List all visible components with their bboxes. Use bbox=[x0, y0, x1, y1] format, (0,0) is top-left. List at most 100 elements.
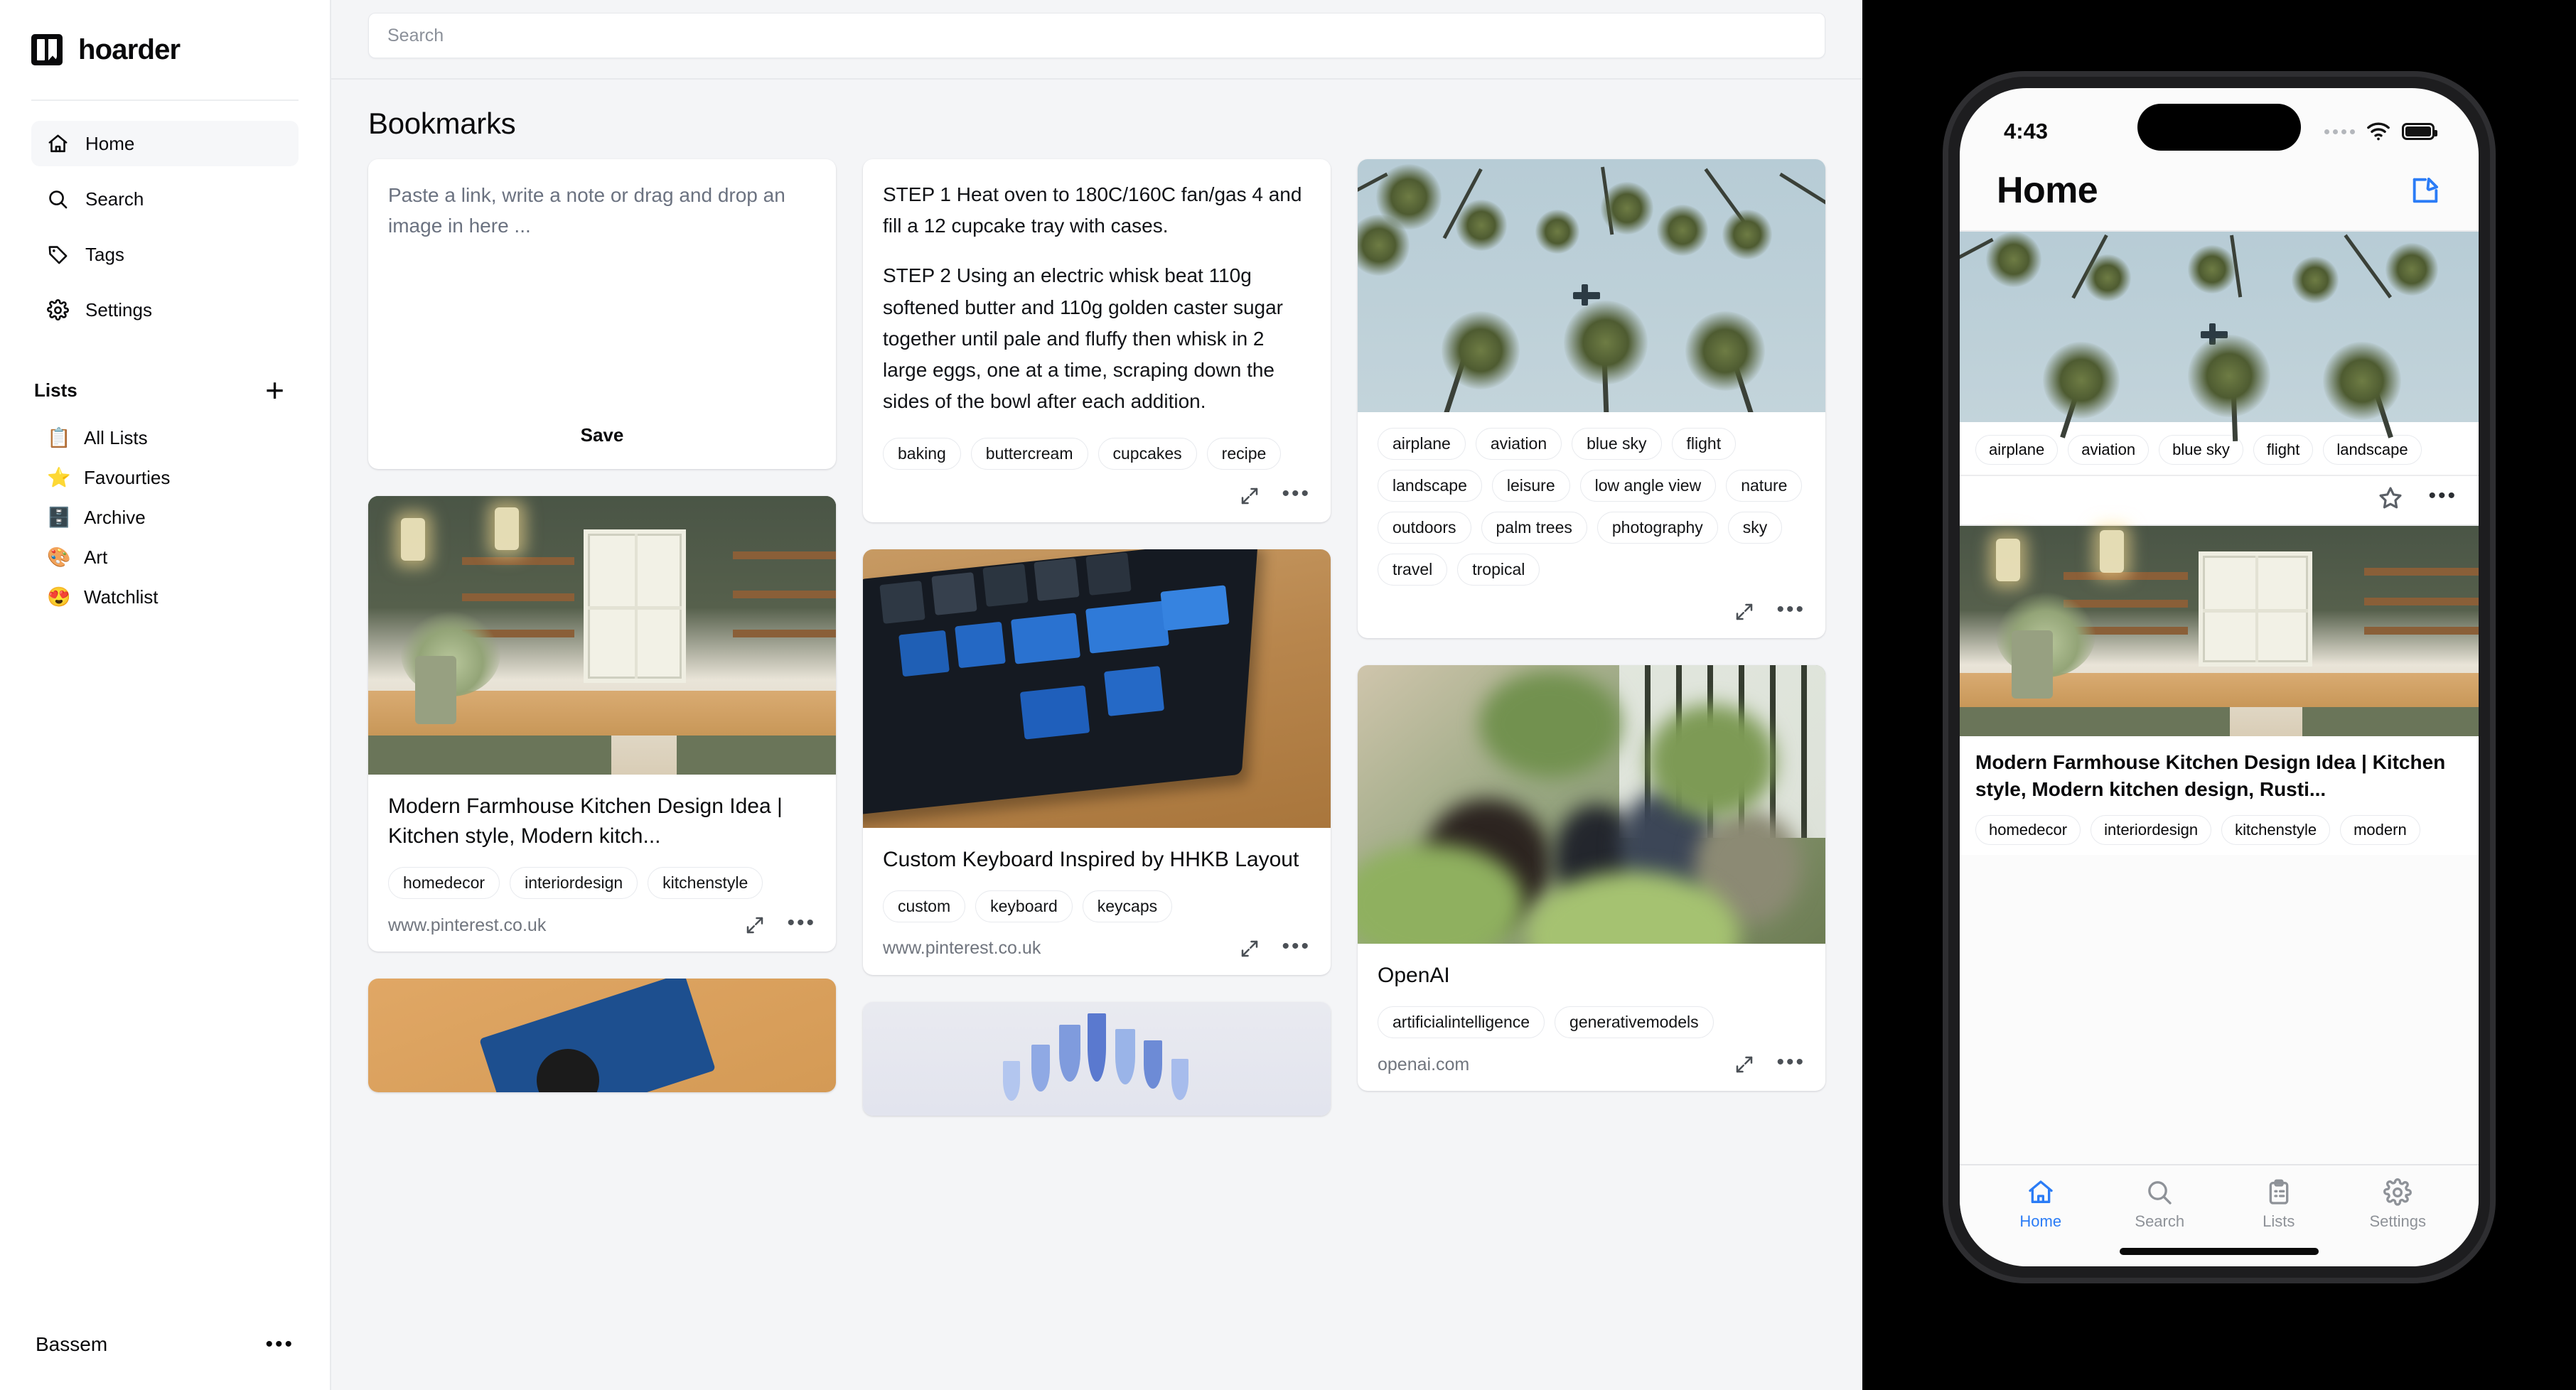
list-item-watchlist[interactable]: 😍 Watchlist bbox=[31, 577, 299, 617]
expand-icon[interactable] bbox=[1239, 485, 1260, 507]
tag[interactable]: artificialintelligence bbox=[1378, 1006, 1545, 1038]
tag[interactable]: keyboard bbox=[975, 890, 1073, 922]
tag[interactable]: airplane bbox=[1975, 435, 2059, 465]
tag[interactable]: buttercream bbox=[970, 437, 1088, 470]
tag[interactable]: modern bbox=[2340, 815, 2420, 846]
tag[interactable]: aviation bbox=[1475, 428, 1562, 460]
list-item-archive[interactable]: 🗄️ Archive bbox=[31, 497, 299, 537]
lists-title: Lists bbox=[34, 379, 77, 401]
expand-icon[interactable] bbox=[1734, 601, 1755, 623]
editor-placeholder[interactable]: Paste a link, write a note or drag and d… bbox=[388, 181, 816, 241]
tag[interactable]: interiordesign bbox=[510, 867, 638, 899]
phone-card-footer: ••• bbox=[1960, 475, 2479, 524]
bookmark-card-circuit-partial[interactable] bbox=[368, 979, 836, 1092]
card-actions: ••• bbox=[1734, 599, 1805, 623]
tab-label: Search bbox=[2135, 1212, 2185, 1230]
tag[interactable]: travel bbox=[1378, 554, 1448, 586]
favourite-star-icon[interactable] bbox=[2377, 485, 2404, 512]
expand-icon[interactable] bbox=[1734, 1054, 1755, 1075]
card-url[interactable]: www.pinterest.co.uk bbox=[388, 915, 546, 936]
bookmark-card-openai[interactable]: OpenAI artificialintelligence generative… bbox=[1358, 665, 1825, 1091]
sidebar-item-search[interactable]: Search bbox=[31, 176, 299, 222]
card-url[interactable]: www.pinterest.co.uk bbox=[883, 938, 1041, 959]
user-menu-button[interactable]: ••• bbox=[265, 1334, 294, 1355]
more-options-button[interactable]: ••• bbox=[2428, 485, 2457, 506]
tag[interactable]: homedecor bbox=[1975, 815, 2081, 846]
more-options-button[interactable]: ••• bbox=[1282, 935, 1311, 957]
tag[interactable]: aviation bbox=[2068, 435, 2150, 465]
expand-icon[interactable] bbox=[744, 915, 766, 936]
circuit-thumbnail bbox=[368, 979, 836, 1092]
tag[interactable]: cupcakes bbox=[1098, 437, 1197, 470]
tab-search[interactable]: Search bbox=[2100, 1178, 2220, 1231]
lists-header: Lists + bbox=[31, 372, 299, 408]
tag[interactable]: kitchenstyle bbox=[2221, 815, 2331, 846]
kitchen-thumbnail bbox=[1960, 526, 2479, 736]
tag[interactable]: leisure bbox=[1491, 470, 1570, 502]
list-item-favourites[interactable]: ⭐ Favourties bbox=[31, 458, 299, 497]
tag[interactable]: photography bbox=[1596, 512, 1718, 544]
home-icon bbox=[2029, 1180, 2053, 1203]
sidebar-item-home[interactable]: Home bbox=[31, 121, 299, 166]
bookmark-card-crystal-partial[interactable] bbox=[863, 1001, 1331, 1116]
brand[interactable]: hoarder bbox=[31, 0, 299, 78]
card-actions: ••• bbox=[744, 912, 816, 936]
tab-settings[interactable]: Settings bbox=[2339, 1178, 2458, 1231]
battery-icon bbox=[2402, 123, 2437, 140]
save-button[interactable]: Save bbox=[388, 424, 816, 451]
tag[interactable]: flight bbox=[1671, 428, 1737, 460]
bookmark-card-palms[interactable]: airplane aviation blue sky flight landsc… bbox=[1358, 159, 1825, 638]
card-tags: custom keyboard keycaps bbox=[863, 875, 1331, 927]
tag[interactable]: flight bbox=[2253, 435, 2314, 465]
tag[interactable]: palm trees bbox=[1481, 512, 1587, 544]
compose-icon[interactable] bbox=[2409, 174, 2442, 207]
list-item-all-lists[interactable]: 📋 All Lists bbox=[31, 418, 299, 458]
search-input[interactable]: Search bbox=[368, 13, 1825, 58]
tag[interactable]: recipe bbox=[1206, 437, 1282, 470]
bookmark-card-note[interactable]: STEP 1 Heat oven to 180C/160C fan/gas 4 … bbox=[863, 159, 1331, 522]
tag[interactable]: keycaps bbox=[1082, 890, 1173, 922]
bookmark-editor-card[interactable]: Paste a link, write a note or drag and d… bbox=[368, 159, 836, 469]
tag[interactable]: landscape bbox=[1378, 470, 1482, 502]
tag[interactable]: blue sky bbox=[2159, 435, 2243, 465]
crystal-thumbnail bbox=[863, 1001, 1331, 1116]
expand-icon[interactable] bbox=[1239, 938, 1260, 959]
tag[interactable]: sky bbox=[1727, 512, 1783, 544]
sidebar-item-settings[interactable]: Settings bbox=[31, 287, 299, 333]
more-options-button[interactable]: ••• bbox=[787, 912, 816, 934]
tag[interactable]: blue sky bbox=[1572, 428, 1662, 460]
bookmark-card-keyboard[interactable]: Custom Keyboard Inspired by HHKB Layout … bbox=[863, 549, 1331, 975]
tag[interactable]: airplane bbox=[1378, 428, 1466, 460]
tag[interactable]: homedecor bbox=[388, 867, 500, 899]
card-footer: www.pinterest.co.uk ••• bbox=[863, 927, 1331, 975]
heart-eyes-icon: 😍 bbox=[47, 586, 71, 608]
tag[interactable]: landscape bbox=[2323, 435, 2422, 465]
tag[interactable]: tropical bbox=[1457, 554, 1540, 586]
phone-card-palms[interactable]: airplane aviation blue sky flight landsc… bbox=[1960, 230, 2479, 524]
card-tags: airplane aviation blue sky flight landsc… bbox=[1358, 412, 1825, 590]
search-icon bbox=[45, 187, 70, 211]
tab-lists[interactable]: Lists bbox=[2219, 1178, 2339, 1231]
tag[interactable]: low angle view bbox=[1579, 470, 1717, 502]
tag[interactable]: baking bbox=[883, 437, 961, 470]
tag[interactable]: generativemodels bbox=[1555, 1006, 1714, 1038]
add-list-button[interactable]: + bbox=[265, 374, 284, 406]
more-options-button[interactable]: ••• bbox=[1776, 599, 1805, 620]
gear-icon bbox=[2383, 1178, 2413, 1206]
tag[interactable]: outdoors bbox=[1378, 512, 1471, 544]
tab-home[interactable]: Home bbox=[1981, 1178, 2100, 1231]
tag[interactable]: interiordesign bbox=[2091, 815, 2212, 846]
note-paragraph: STEP 1 Heat oven to 180C/160C fan/gas 4 … bbox=[883, 183, 1302, 237]
phone-card-kitchen[interactable]: Modern Farmhouse Kitchen Design Idea | K… bbox=[1960, 524, 2479, 856]
more-options-button[interactable]: ••• bbox=[1776, 1052, 1805, 1073]
sidebar-item-tags[interactable]: Tags bbox=[31, 232, 299, 277]
list-item-label: All Lists bbox=[84, 426, 148, 448]
list-item-art[interactable]: 🎨 Art bbox=[31, 537, 299, 577]
more-options-button[interactable]: ••• bbox=[1282, 483, 1311, 504]
card-url[interactable]: openai.com bbox=[1378, 1055, 1469, 1075]
tag[interactable]: custom bbox=[883, 890, 966, 922]
bookmark-card-kitchen[interactable]: Modern Farmhouse Kitchen Design Idea | K… bbox=[368, 496, 836, 952]
bookmarks-area: Bookmarks Paste a link, write a note or … bbox=[331, 80, 1862, 1116]
tag[interactable]: kitchenstyle bbox=[648, 867, 763, 899]
tag[interactable]: nature bbox=[1726, 470, 1803, 502]
